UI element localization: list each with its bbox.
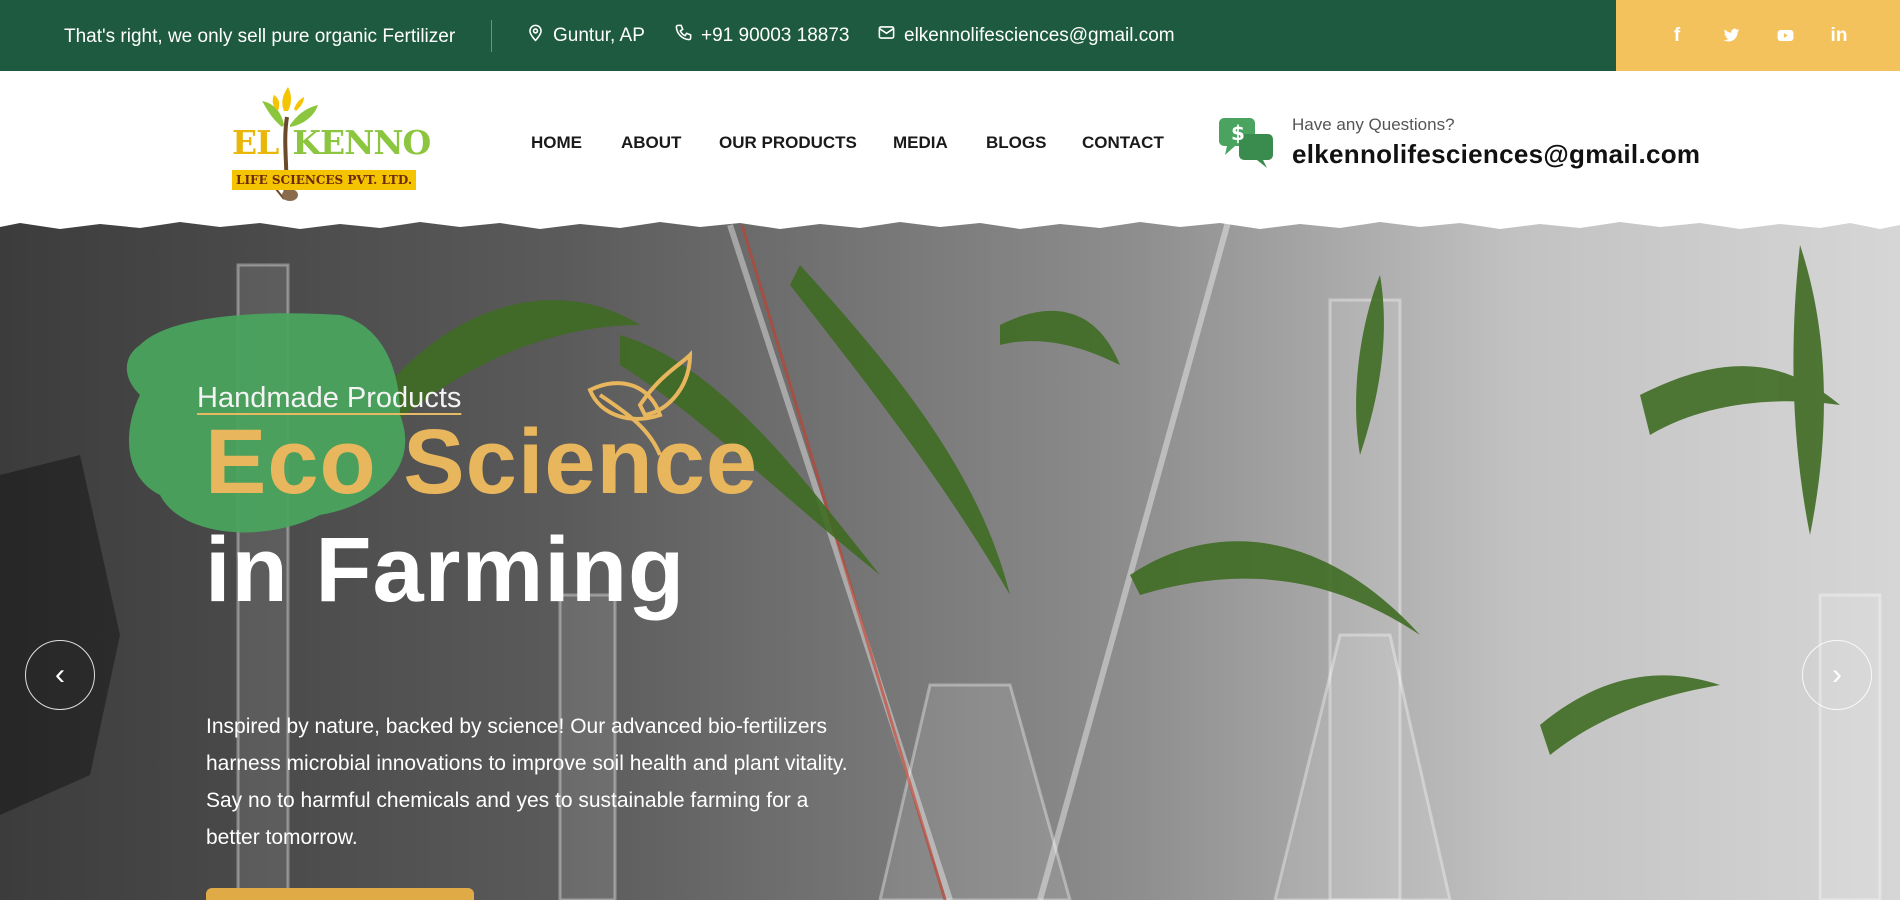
phone-icon <box>674 23 693 48</box>
social-links: f in <box>1616 0 1900 71</box>
nav-home[interactable]: HOME <box>531 133 582 153</box>
topbar-tagline: That's right, we only sell pure organic … <box>64 26 456 47</box>
topbar-location-text: Guntur, AP <box>553 24 645 46</box>
topbar-email[interactable]: elkennolifesciences@gmail.com <box>877 0 1175 71</box>
hero-title-line1: Eco Science <box>205 411 759 513</box>
logo-name-part2: KENNO <box>292 123 431 162</box>
map-pin-icon <box>526 23 545 48</box>
svg-text:$: $ <box>1231 121 1245 145</box>
topbar-location: Guntur, AP <box>526 0 645 71</box>
linkedin-icon[interactable]: in <box>1828 25 1850 47</box>
logo-wordmark: EL KENNO <box>232 123 431 162</box>
site-header: EL KENNO LIFE SCIENCES PVT. LTD. HOME ABO… <box>0 71 1900 221</box>
questions-label: Have any Questions? <box>1292 115 1455 134</box>
torn-edge <box>0 215 1900 229</box>
topbar-email-text[interactable]: elkennolifesciences@gmail.com <box>904 25 1175 47</box>
topbar-phone[interactable]: +91 90003 18873 <box>674 0 849 71</box>
nav-our-products[interactable]: OUR PRODUCTS <box>719 133 857 153</box>
chevron-left-icon: ‹ <box>55 658 65 691</box>
youtube-icon[interactable] <box>1774 25 1796 47</box>
hero-title-line2: in Farming <box>205 519 686 621</box>
questions-email[interactable]: elkennolifesciences@gmail.com <box>1292 139 1700 170</box>
twitter-icon[interactable] <box>1720 25 1742 47</box>
slider-next-button[interactable]: › <box>1802 640 1872 710</box>
topbar-phone-text[interactable]: +91 90003 18873 <box>701 25 849 47</box>
chevron-right-icon: › <box>1832 658 1842 691</box>
nav-media[interactable]: MEDIA <box>893 133 948 153</box>
facebook-icon[interactable]: f <box>1666 25 1688 47</box>
slider-prev-button[interactable]: ‹ <box>25 640 95 710</box>
chat-money-icon: $ <box>1217 116 1275 168</box>
mail-icon <box>877 23 896 48</box>
nav-about[interactable]: ABOUT <box>621 133 681 153</box>
logo-name-part1: EL <box>232 123 279 162</box>
hero-description: Inspired by nature, backed by science! O… <box>206 715 848 849</box>
topbar-divider <box>491 20 492 52</box>
nav-blogs[interactable]: BLOGS <box>986 133 1046 153</box>
logo-tagline: LIFE SCIENCES PVT. LTD. <box>232 170 416 190</box>
hero-cta-button[interactable] <box>206 888 474 900</box>
top-bar: That's right, we only sell pure organic … <box>0 0 1900 71</box>
nav-contact[interactable]: CONTACT <box>1082 133 1164 153</box>
site-logo[interactable]: EL KENNO LIFE SCIENCES PVT. LTD. <box>232 87 431 205</box>
